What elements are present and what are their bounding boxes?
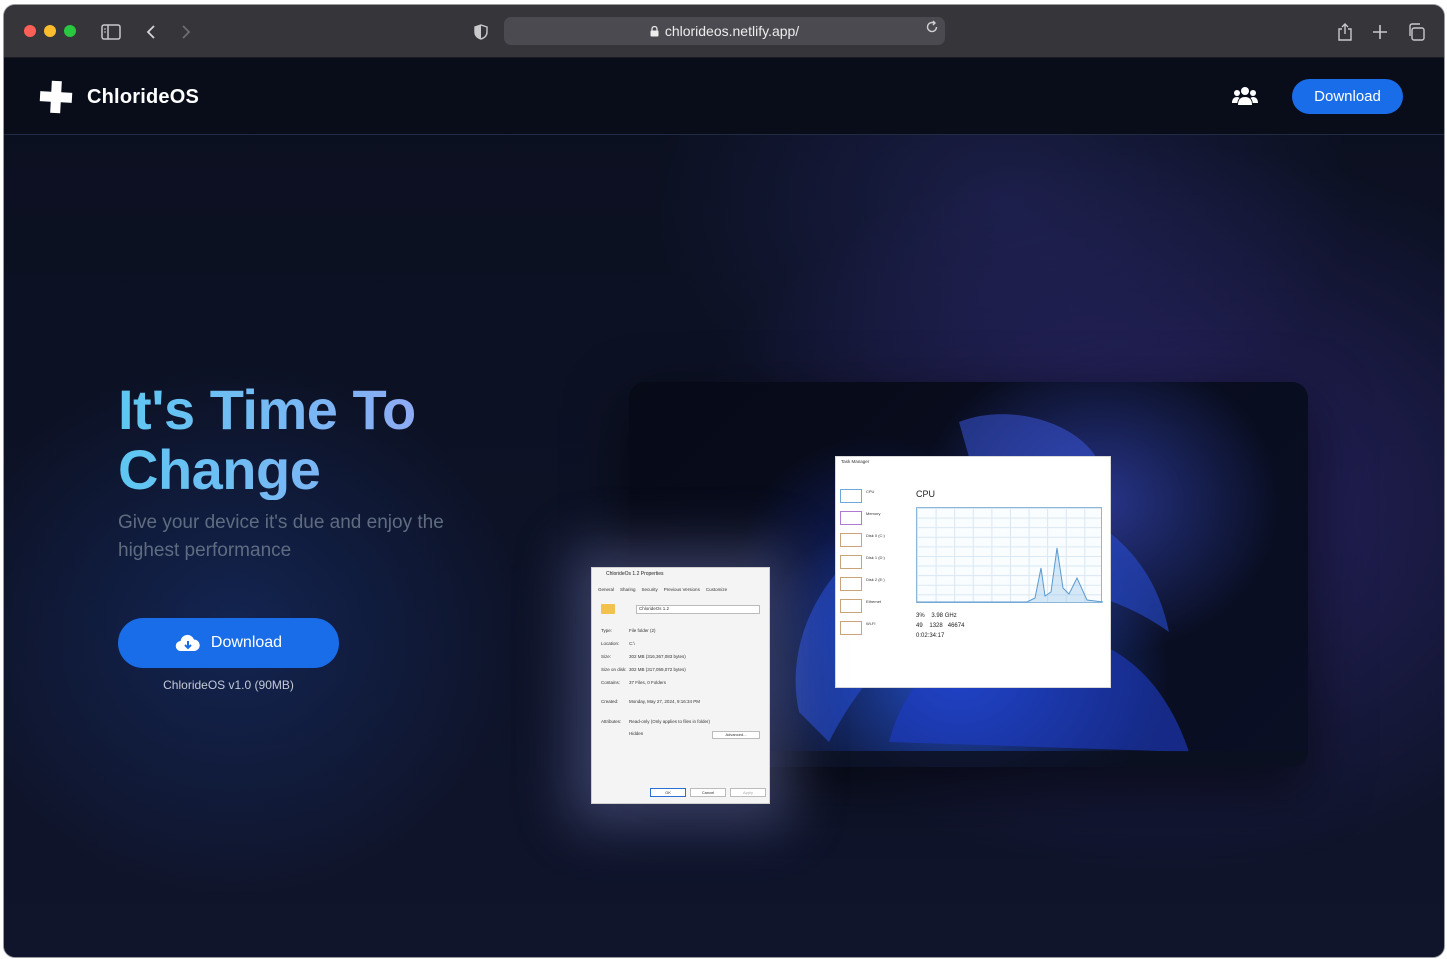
table-row: Created: Monday, May 27, 2024, 9:16:34 PM <box>601 699 700 704</box>
dialog-buttons: OK Cancel Apply <box>650 788 766 797</box>
close-window-button[interactable] <box>24 25 36 37</box>
tabs-icon[interactable] <box>1403 19 1429 45</box>
list-item[interactable]: Disk 1 (D:) <box>838 553 908 575</box>
folder-properties-window: ChlorideOs 1.2 Properties General Sharin… <box>591 567 770 804</box>
version-note: ChlorideOS v1.0 (90MB) <box>163 678 294 692</box>
cancel-button[interactable]: Cancel <box>690 788 726 797</box>
taskbar <box>769 751 1308 767</box>
apply-button[interactable]: Apply <box>730 788 766 797</box>
tab-general[interactable]: General <box>598 587 614 592</box>
folder-name-field[interactable]: ChlorideOs 1.2 <box>636 605 760 614</box>
properties-tabs: General Sharing Security Previous Versio… <box>598 587 727 592</box>
site-logo[interactable]: ChlorideOS <box>39 80 199 114</box>
maximize-window-button[interactable] <box>64 25 76 37</box>
table-row: Size: 302 MB (316,367,083 bytes) <box>601 654 686 659</box>
hero-download-button[interactable]: Download <box>118 618 339 668</box>
list-item[interactable]: Memory <box>838 509 908 531</box>
table-row: Contains: 37 Files, 0 Folders <box>601 680 667 685</box>
forward-icon[interactable] <box>173 19 199 45</box>
tab-previous-versions[interactable]: Previous Versions <box>664 587 700 592</box>
tab-security[interactable]: Security <box>642 587 658 592</box>
list-item[interactable]: Disk 0 (C:) <box>838 531 908 553</box>
hero-title: It's Time To Change <box>118 380 538 500</box>
table-row: Type: File folder (2) <box>601 628 656 633</box>
cpu-graph <box>916 507 1104 603</box>
table-row: Attributes: Read-only (Only applies to fi… <box>601 719 711 724</box>
list-item[interactable]: CPU <box>838 487 908 509</box>
task-manager-main: CPU 3% 3.98 GHz 49 1328 46674 0:02:34:17 <box>916 489 1104 639</box>
properties-title: ChlorideOs 1.2 Properties <box>606 571 664 577</box>
url-text: chlorideos.netlify.app/ <box>664 23 800 39</box>
cloud-download-icon <box>175 634 200 652</box>
browser-window: chlorideos.netlify.app/ ChlorideOS Downl… <box>4 5 1444 957</box>
list-item[interactable]: Wi-Fi <box>838 619 908 641</box>
back-icon[interactable] <box>138 19 164 45</box>
lock-icon <box>650 25 659 36</box>
folder-icon <box>601 604 615 614</box>
table-row: Location: C:\ <box>601 641 635 646</box>
minimize-window-button[interactable] <box>44 25 56 37</box>
browser-toolbar: chlorideos.netlify.app/ <box>4 5 1444 58</box>
tab-customize[interactable]: Customize <box>706 587 727 592</box>
cpu-stats: 3% 3.98 GHz 49 1328 46674 0:02:34:17 <box>916 613 965 639</box>
plus-icon[interactable] <box>1367 19 1393 45</box>
web-page: ChlorideOS Download It's Time To Change … <box>4 58 1444 957</box>
shield-icon[interactable] <box>468 19 494 45</box>
share-icon[interactable] <box>1332 19 1358 45</box>
task-manager-title: Task Manager <box>841 459 870 464</box>
task-manager-sidebar: CPU Memory Disk 0 (C:) Disk 1 (D:) Disk … <box>838 487 908 641</box>
users-icon[interactable] <box>1232 86 1258 111</box>
nav-download-button[interactable]: Download <box>1292 79 1403 114</box>
ok-button[interactable]: OK <box>650 788 686 797</box>
logo-text: ChlorideOS <box>87 85 200 108</box>
list-item[interactable]: Disk 2 (E:) <box>838 575 908 597</box>
advanced-button[interactable]: Advanced... <box>712 731 760 739</box>
cpu-heading: CPU <box>916 489 936 499</box>
reload-icon[interactable] <box>925 20 939 37</box>
window-controls <box>24 25 76 37</box>
table-row: Size on disk: 302 MB (317,059,072 bytes) <box>601 667 686 672</box>
list-item[interactable]: Ethernet <box>838 597 908 619</box>
site-navbar: ChlorideOS Download <box>4 58 1444 135</box>
tab-sharing[interactable]: Sharing <box>620 587 636 592</box>
address-bar[interactable]: chlorideos.netlify.app/ <box>504 17 945 45</box>
hero-subtitle: Give your device it's due and enjoy the … <box>118 512 444 561</box>
chloride-logo-icon <box>39 80 73 114</box>
sidebar-icon[interactable] <box>98 19 124 45</box>
task-manager-window: Task Manager CPU Memory Disk 0 (C:) Disk… <box>835 456 1111 688</box>
hero-download-label: Download <box>210 634 283 651</box>
